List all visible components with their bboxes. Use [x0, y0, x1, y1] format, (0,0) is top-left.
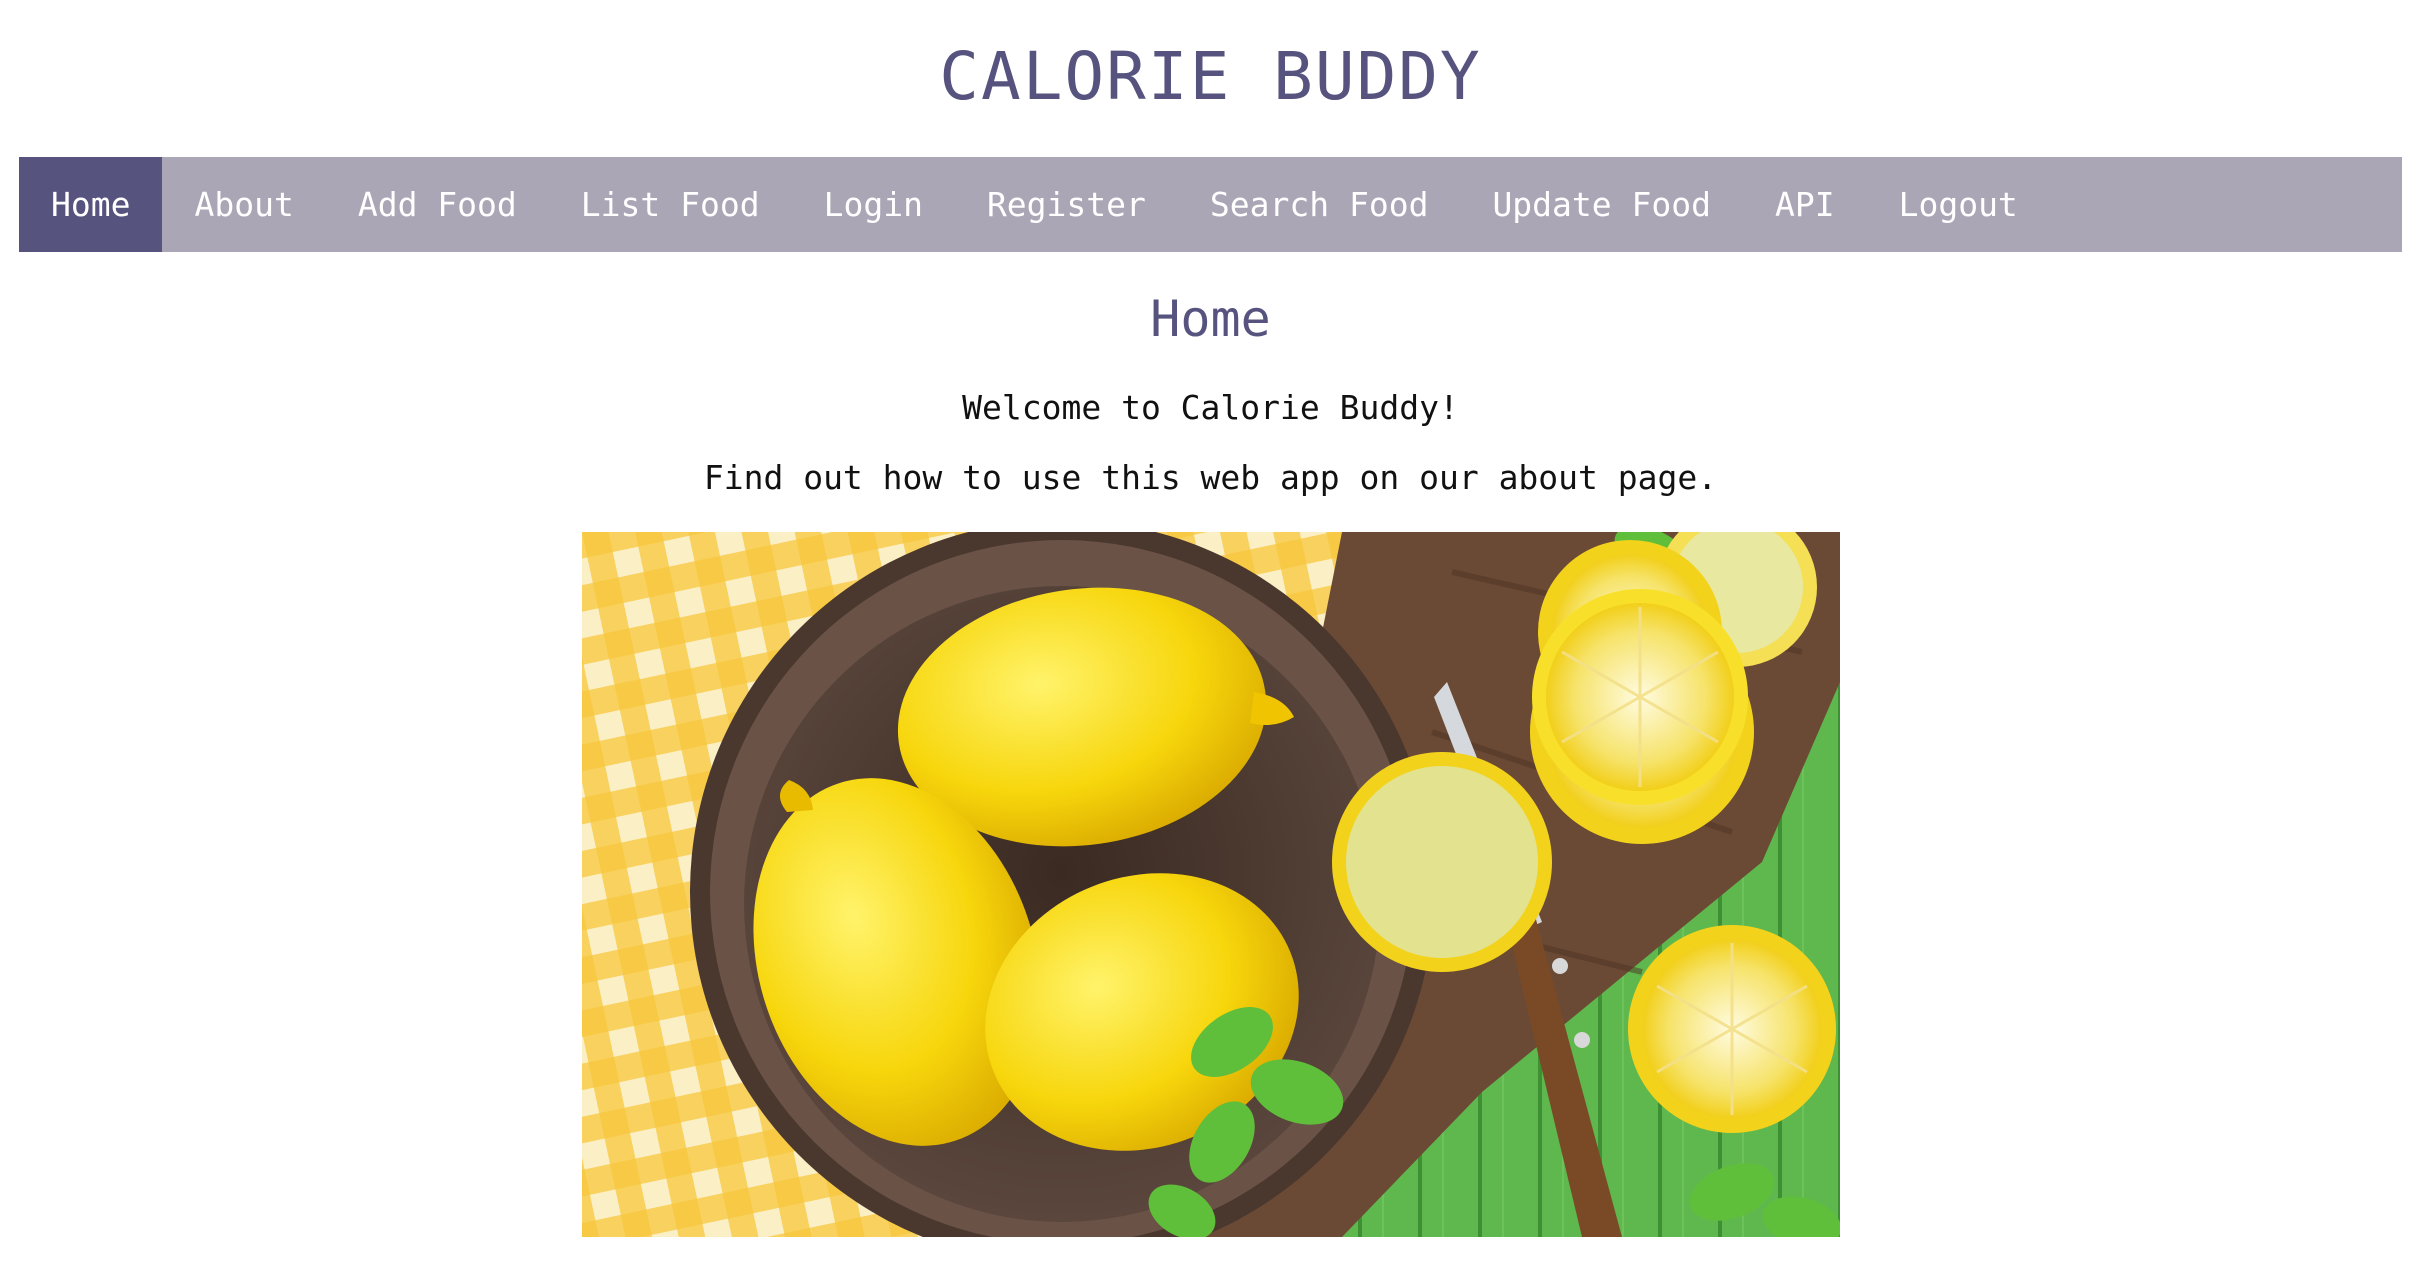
nav-logout-link[interactable]: Logout [1867, 157, 2050, 252]
nav-search-food-link[interactable]: Search Food [1178, 157, 1461, 252]
lemons-hero-image [582, 532, 1840, 1237]
site-title: CALORIE BUDDY [939, 38, 1482, 115]
nav-register-link[interactable]: Register [955, 157, 1178, 252]
nav-login-link[interactable]: Login [792, 157, 955, 252]
nav-add-food-link[interactable]: Add Food [326, 157, 549, 252]
main-nav: Home About Add Food List Food Login Regi… [19, 157, 2402, 252]
nav-list-food-link[interactable]: List Food [549, 157, 792, 252]
page-heading: Home [1150, 290, 1271, 348]
nav-update-food-link[interactable]: Update Food [1460, 157, 1743, 252]
nav-about-link[interactable]: About [162, 157, 325, 252]
about-hint-text: Find out how to use this web app on our … [703, 458, 1718, 497]
welcome-text: Welcome to Calorie Buddy! [962, 388, 1459, 427]
nav-api-link[interactable]: API [1743, 157, 1867, 252]
nav-home-link[interactable]: Home [19, 157, 163, 252]
